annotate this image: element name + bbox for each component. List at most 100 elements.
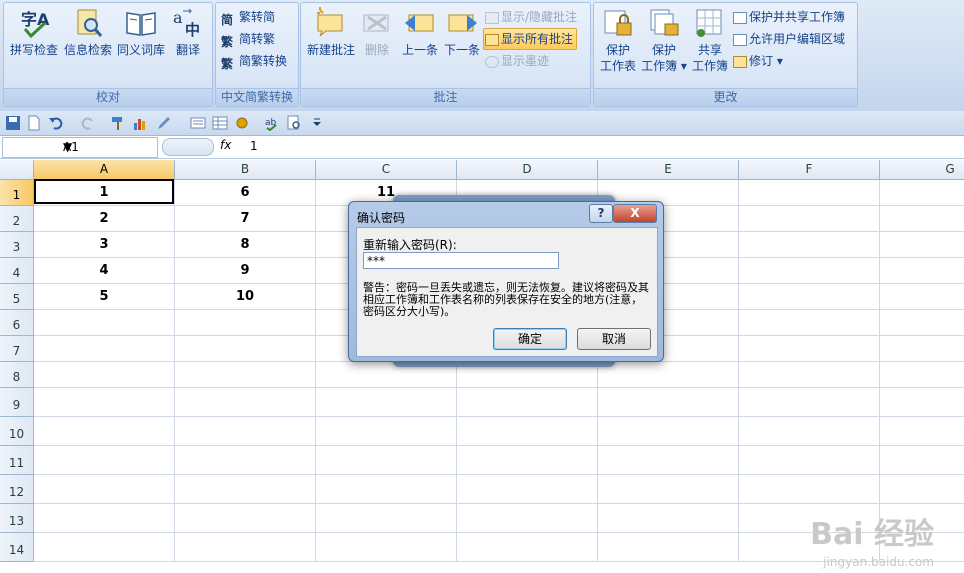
row-header-5[interactable]: 5 [0,284,34,310]
cell-b2[interactable]: 7 [175,206,316,232]
cell-a7[interactable] [34,336,175,362]
protect-share-workbook-button[interactable]: 保护并共享工作簿 [733,7,845,27]
cell-d14[interactable] [457,533,598,562]
cell-b4[interactable]: 9 [175,258,316,284]
cell-b10[interactable] [175,417,316,446]
row-header-7[interactable]: 7 [0,336,34,362]
cell-d13[interactable] [457,504,598,533]
cell-b7[interactable] [175,336,316,362]
row-header-6[interactable]: 6 [0,310,34,336]
undo-icon[interactable] [48,115,64,131]
cell-e14[interactable] [598,533,739,562]
cell-e9[interactable] [598,388,739,417]
cell-b5[interactable]: 10 [175,284,316,310]
cell-b11[interactable] [175,446,316,475]
cell-f5[interactable] [739,284,880,310]
new-document-icon[interactable] [26,115,42,131]
cell-g1[interactable] [880,180,964,206]
redo-icon[interactable] [80,115,96,131]
form-icon[interactable] [190,115,206,131]
cell-a11[interactable] [34,446,175,475]
cell-f2[interactable] [739,206,880,232]
cell-b9[interactable] [175,388,316,417]
column-header-g[interactable]: G [880,160,964,180]
research-button[interactable]: 信息检索 [62,7,114,58]
next-comment-button[interactable]: 下一条 [441,7,483,58]
cell-f12[interactable] [739,475,880,504]
cell-g5[interactable] [880,284,964,310]
share-workbook-button[interactable]: 共享 工作簿 [690,7,730,74]
cell-b8[interactable] [175,362,316,388]
cell-f9[interactable] [739,388,880,417]
cell-c14[interactable] [316,533,457,562]
print-preview-icon[interactable] [286,115,302,131]
name-box-dropdown-icon[interactable]: ▼ [63,140,154,154]
cell-c13[interactable] [316,504,457,533]
cell-e11[interactable] [598,446,739,475]
chinese-convert-button[interactable]: 繁简繁转换 [221,51,287,71]
ok-button[interactable]: 确定 [493,328,567,350]
cell-g8[interactable] [880,362,964,388]
protect-workbook-button[interactable]: 保护 工作簿 ▾ [640,7,688,74]
column-header-e[interactable]: E [598,160,739,180]
cell-g9[interactable] [880,388,964,417]
cell-a3[interactable]: 3 [34,232,175,258]
cell-c11[interactable] [316,446,457,475]
table-icon[interactable] [212,115,228,131]
password-input[interactable]: *** [363,252,559,269]
help-button[interactable]: ? [589,204,613,223]
new-comment-button[interactable]: 新建批注 [303,7,359,58]
cell-e12[interactable] [598,475,739,504]
cell-g12[interactable] [880,475,964,504]
cell-d11[interactable] [457,446,598,475]
edit-icon[interactable] [156,115,172,131]
show-all-comments-button[interactable]: 显示所有批注 [483,28,578,50]
tools-icon[interactable] [234,115,250,131]
cell-a8[interactable] [34,362,175,388]
insert-function-button[interactable]: fx [220,138,231,152]
column-header-a[interactable]: A [34,160,175,180]
formula-input[interactable]: 1 [250,139,258,153]
delete-comment-button[interactable]: 删除 [359,7,395,58]
track-changes-button[interactable]: 修订 ▾ [733,51,783,71]
customize-toolbar-icon[interactable] [312,115,322,131]
cell-c10[interactable] [316,417,457,446]
column-header-b[interactable]: B [175,160,316,180]
formula-bar-splitter[interactable] [162,138,214,156]
cell-b14[interactable] [175,533,316,562]
cell-d9[interactable] [457,388,598,417]
cell-a12[interactable] [34,475,175,504]
thesaurus-button[interactable]: 同义词库 [114,7,168,58]
row-header-3[interactable]: 3 [0,232,34,258]
cell-b3[interactable]: 8 [175,232,316,258]
to-simplified-button[interactable]: 简繁转简 [221,7,275,27]
cell-a13[interactable] [34,504,175,533]
previous-comment-button[interactable]: 上一条 [399,7,441,58]
cell-a10[interactable] [34,417,175,446]
chart-icon[interactable] [132,115,148,131]
protect-sheet-button[interactable]: 保护 工作表 [596,7,640,74]
cell-g11[interactable] [880,446,964,475]
cell-f10[interactable] [739,417,880,446]
translate-button[interactable]: a 中 翻译 [166,7,210,58]
column-header-d[interactable]: D [457,160,598,180]
row-header-1[interactable]: 1 [0,180,34,206]
cell-a4[interactable]: 4 [34,258,175,284]
cell-a14[interactable] [34,533,175,562]
cell-f11[interactable] [739,446,880,475]
cell-f7[interactable] [739,336,880,362]
to-traditional-button[interactable]: 繁简转繁 [221,29,275,49]
row-header-11[interactable]: 11 [0,446,34,475]
cell-a2[interactable]: 2 [34,206,175,232]
cell-c12[interactable] [316,475,457,504]
allow-edit-ranges-button[interactable]: 允许用户编辑区域 [733,29,845,49]
cancel-button[interactable]: 取消 [577,328,651,350]
cell-e10[interactable] [598,417,739,446]
cell-b1[interactable]: 6 [175,180,316,206]
cell-e13[interactable] [598,504,739,533]
row-header-13[interactable]: 13 [0,504,34,533]
column-header-f[interactable]: F [739,160,880,180]
cell-g7[interactable] [880,336,964,362]
cell-f3[interactable] [739,232,880,258]
format-painter-icon[interactable] [110,115,126,131]
